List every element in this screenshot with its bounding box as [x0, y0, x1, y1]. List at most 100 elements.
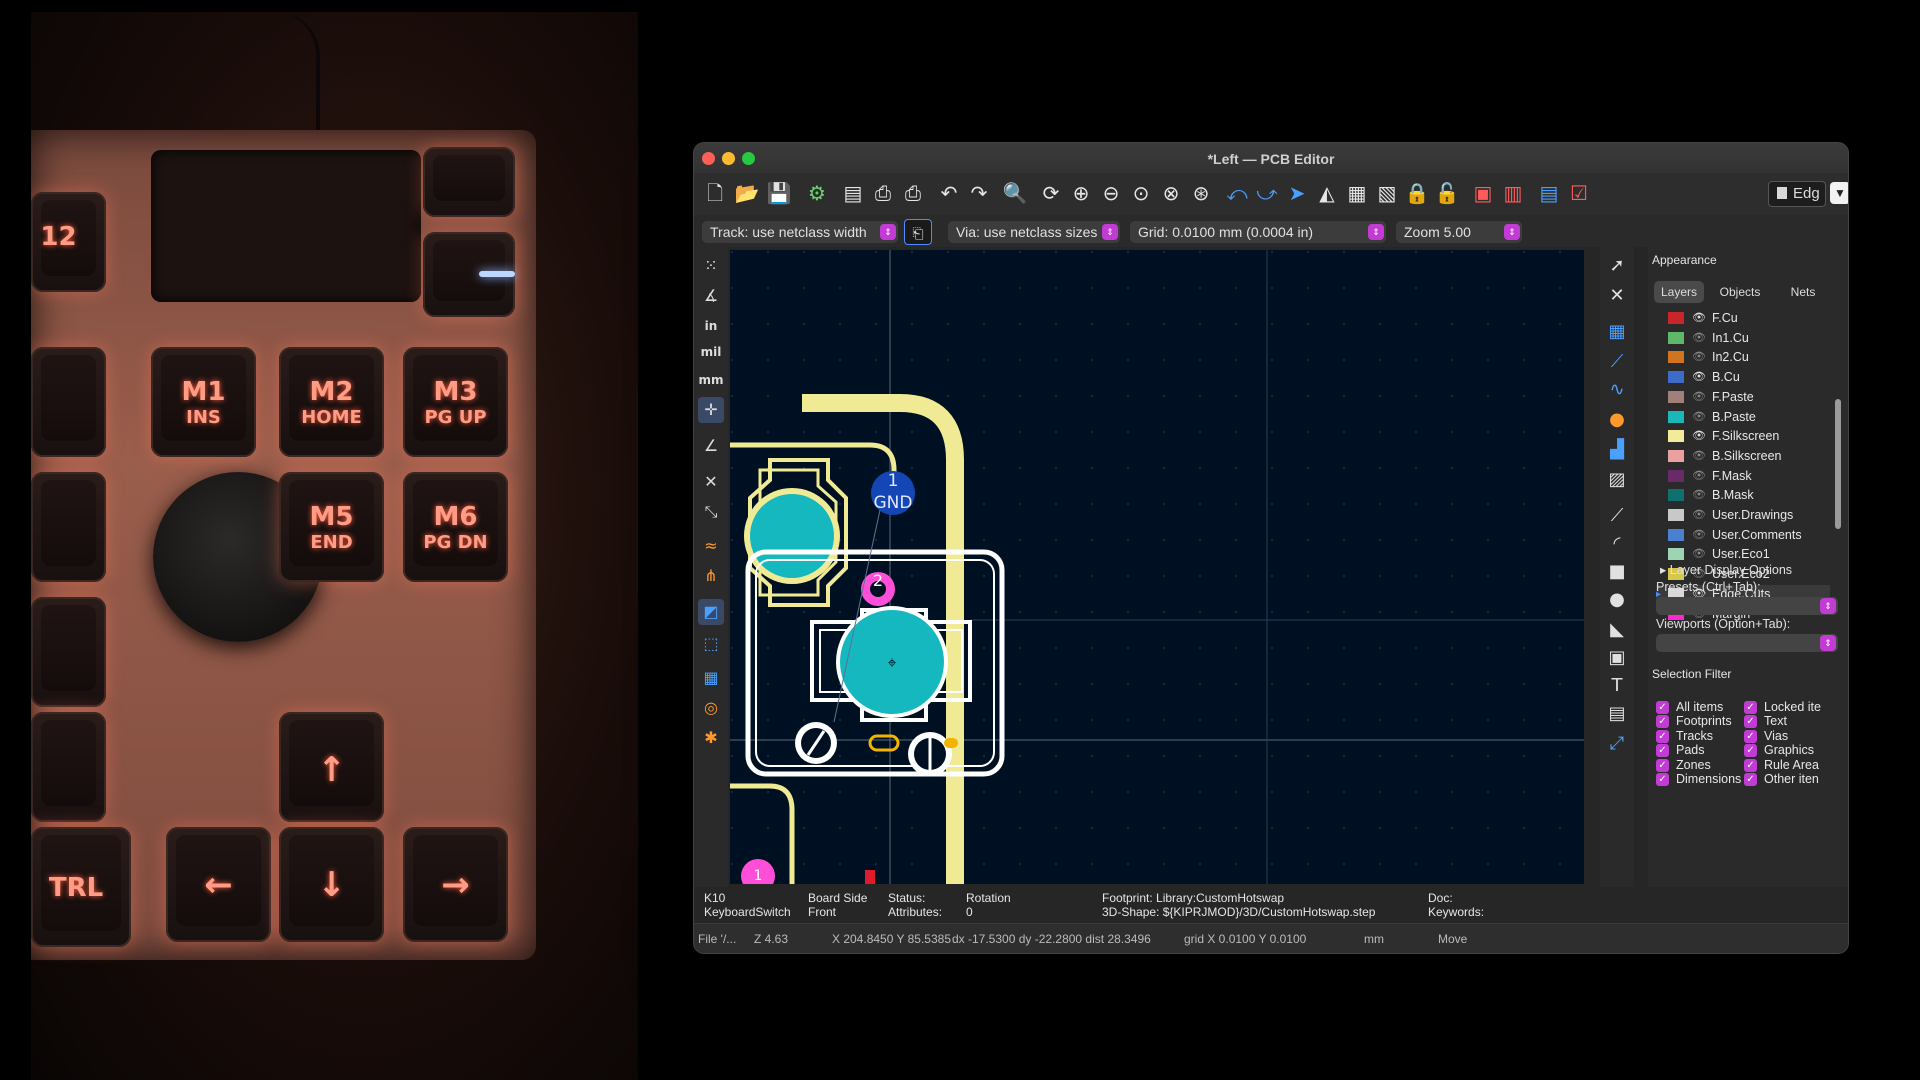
- layer-row[interactable]: 👁 In1.Cu: [1656, 329, 1830, 348]
- visibility-eye-icon[interactable]: 👁: [1692, 309, 1706, 328]
- visibility-eye-icon[interactable]: 👁: [1692, 408, 1706, 427]
- add-text-icon[interactable]: T: [1604, 673, 1630, 699]
- draw-polygon-icon[interactable]: ◣: [1604, 617, 1630, 643]
- visibility-eye-icon[interactable]: 👁: [1692, 329, 1706, 348]
- high-contrast-icon[interactable]: ▦: [698, 665, 724, 691]
- draw-circle-icon[interactable]: ●: [1604, 587, 1630, 613]
- tune-length-icon[interactable]: ∿: [1604, 377, 1630, 403]
- track-width-toggle[interactable]: ⎗: [904, 219, 932, 245]
- layer-selector[interactable]: Edg: [1768, 181, 1826, 207]
- cursor-style-icon[interactable]: ✛: [698, 397, 724, 423]
- inch-units-button[interactable]: in: [698, 313, 724, 339]
- lock-icon[interactable]: 🔒: [1404, 180, 1430, 206]
- chevron-down-icon[interactable]: ▼: [1830, 182, 1848, 204]
- route-track-icon[interactable]: ⟋: [1604, 349, 1630, 375]
- via-size-select[interactable]: Via: use netclass sizes ⇕: [948, 221, 1120, 243]
- polar-coords-icon[interactable]: ∡: [698, 283, 724, 309]
- layer-color-swatch[interactable]: [1668, 449, 1684, 462]
- layer-row[interactable]: 👁 User.Drawings: [1656, 506, 1830, 525]
- drc-icon[interactable]: ☑: [1566, 180, 1592, 206]
- zoom-select[interactable]: Zoom 5.00 ⇕: [1396, 221, 1522, 243]
- visibility-eye-icon[interactable]: 👁: [1692, 447, 1706, 466]
- layer-row[interactable]: 👁 B.Cu: [1656, 368, 1830, 387]
- zoom-selection-icon[interactable]: ⊛: [1188, 180, 1214, 206]
- find-icon[interactable]: 🔍: [1002, 180, 1028, 206]
- draw-arc-icon[interactable]: ◜: [1604, 531, 1630, 557]
- undo-icon[interactable]: ↶: [936, 180, 962, 206]
- pad-outline-icon[interactable]: ⋔: [698, 563, 724, 589]
- group-icon[interactable]: ▦: [1344, 180, 1370, 206]
- footprint-editor-icon[interactable]: ▣: [1470, 180, 1496, 206]
- select-arrow-icon[interactable]: ➚: [1604, 253, 1630, 279]
- layer-row[interactable]: 👁 In2.Cu: [1656, 348, 1830, 367]
- print-icon[interactable]: ⎙: [870, 180, 896, 206]
- redo-icon[interactable]: ↷: [966, 180, 992, 206]
- netlist-icon[interactable]: ▤: [1536, 180, 1562, 206]
- net-inspector-icon[interactable]: ◎: [698, 695, 724, 721]
- layer-row[interactable]: 👁 B.Silkscreen: [1656, 447, 1830, 466]
- mil-units-button[interactable]: mil: [698, 339, 724, 365]
- curved-ratsnest-icon[interactable]: ⤡: [698, 499, 724, 525]
- rule-area-icon[interactable]: ▨: [1604, 467, 1630, 493]
- layer-color-swatch[interactable]: [1668, 509, 1684, 521]
- add-textbox-icon[interactable]: ▤: [1604, 701, 1630, 727]
- zoom-in-icon[interactable]: ⊕: [1068, 180, 1094, 206]
- via-outline-icon[interactable]: ⬚: [698, 631, 724, 657]
- layer-color-swatch[interactable]: [1668, 548, 1684, 561]
- tab-objects[interactable]: Objects: [1708, 281, 1772, 303]
- visibility-eye-icon[interactable]: 👁: [1692, 486, 1706, 505]
- layer-color-swatch[interactable]: [1668, 331, 1684, 344]
- layer-row[interactable]: 👁 User.Comments: [1656, 526, 1830, 545]
- visibility-eye-icon[interactable]: 👁: [1692, 427, 1706, 446]
- layer-display-options-toggle[interactable]: ▸ Layer Display Options: [1660, 562, 1792, 577]
- tab-layers[interactable]: Layers: [1654, 281, 1704, 303]
- ungroup-icon[interactable]: ▧: [1374, 180, 1400, 206]
- layer-manager-icon[interactable]: ✱: [698, 725, 724, 751]
- zoom-out-icon[interactable]: ⊖: [1098, 180, 1124, 206]
- viewports-select[interactable]: ⇕: [1656, 634, 1838, 652]
- visibility-eye-icon[interactable]: 👁: [1692, 348, 1706, 367]
- new-board-icon[interactable]: 🗋: [702, 180, 728, 206]
- save-icon[interactable]: 💾: [766, 180, 792, 206]
- zoom-fit-icon[interactable]: ⊙: [1128, 180, 1154, 206]
- layer-row[interactable]: 👁 B.Paste: [1656, 408, 1830, 427]
- add-zone-icon[interactable]: ▟: [1604, 437, 1630, 463]
- layer-color-swatch[interactable]: [1668, 489, 1684, 502]
- grid-toggle-icon[interactable]: ⁙: [698, 253, 724, 279]
- visibility-eye-icon[interactable]: 👁: [1692, 467, 1706, 486]
- page-settings-icon[interactable]: ▤: [840, 180, 866, 206]
- layer-color-swatch[interactable]: [1668, 312, 1684, 324]
- layer-color-swatch[interactable]: [1668, 430, 1684, 443]
- draw-rectangle-icon[interactable]: ■: [1604, 559, 1630, 585]
- mirror-icon[interactable]: ◭: [1314, 180, 1340, 206]
- mm-units-button[interactable]: mm: [698, 367, 724, 393]
- ratsnest-icon[interactable]: ✕: [698, 469, 724, 495]
- layer-color-swatch[interactable]: [1668, 371, 1684, 384]
- track-outline-icon[interactable]: ◩: [698, 599, 724, 625]
- presets-select[interactable]: ⇕: [1656, 597, 1838, 615]
- layer-row[interactable]: 👁 F.Paste: [1656, 388, 1830, 407]
- visibility-eye-icon[interactable]: 👁: [1692, 506, 1706, 525]
- visibility-eye-icon[interactable]: 👁: [1692, 388, 1706, 407]
- visibility-eye-icon[interactable]: 👁: [1692, 368, 1706, 387]
- open-folder-icon[interactable]: 📂: [734, 180, 760, 206]
- ratsnest-angle-icon[interactable]: ∠: [698, 433, 724, 459]
- refresh-icon[interactable]: ⟳: [1038, 180, 1064, 206]
- rotate-ccw-icon[interactable]: ⤺: [1224, 180, 1250, 206]
- flip-icon[interactable]: ➤: [1284, 180, 1310, 206]
- add-footprint-icon[interactable]: ▦: [1604, 319, 1630, 345]
- zone-fill-icon[interactable]: ≈: [698, 533, 724, 559]
- local-ratsnest-icon[interactable]: ✕: [1604, 283, 1630, 309]
- layer-color-swatch[interactable]: [1668, 528, 1684, 541]
- footprint-browser-icon[interactable]: ▥: [1500, 180, 1526, 206]
- filter-checkbox[interactable]: ✓ Other iten: [1744, 771, 1848, 788]
- grid-select[interactable]: Grid: 0.0100 mm (0.0004 in) ⇕: [1130, 221, 1386, 243]
- layer-row[interactable]: 👁 F.Mask: [1656, 467, 1830, 486]
- plot-icon[interactable]: ⎙: [900, 180, 926, 206]
- add-dimension-icon[interactable]: ⤢: [1604, 731, 1630, 757]
- add-image-icon[interactable]: ▣: [1604, 645, 1630, 671]
- filter-checkbox[interactable]: ✓ Dimensions: [1656, 771, 1741, 788]
- layer-color-swatch[interactable]: [1668, 390, 1684, 403]
- unlock-icon[interactable]: 🔓: [1434, 180, 1460, 206]
- layer-row[interactable]: 👁 F.Silkscreen: [1656, 427, 1830, 446]
